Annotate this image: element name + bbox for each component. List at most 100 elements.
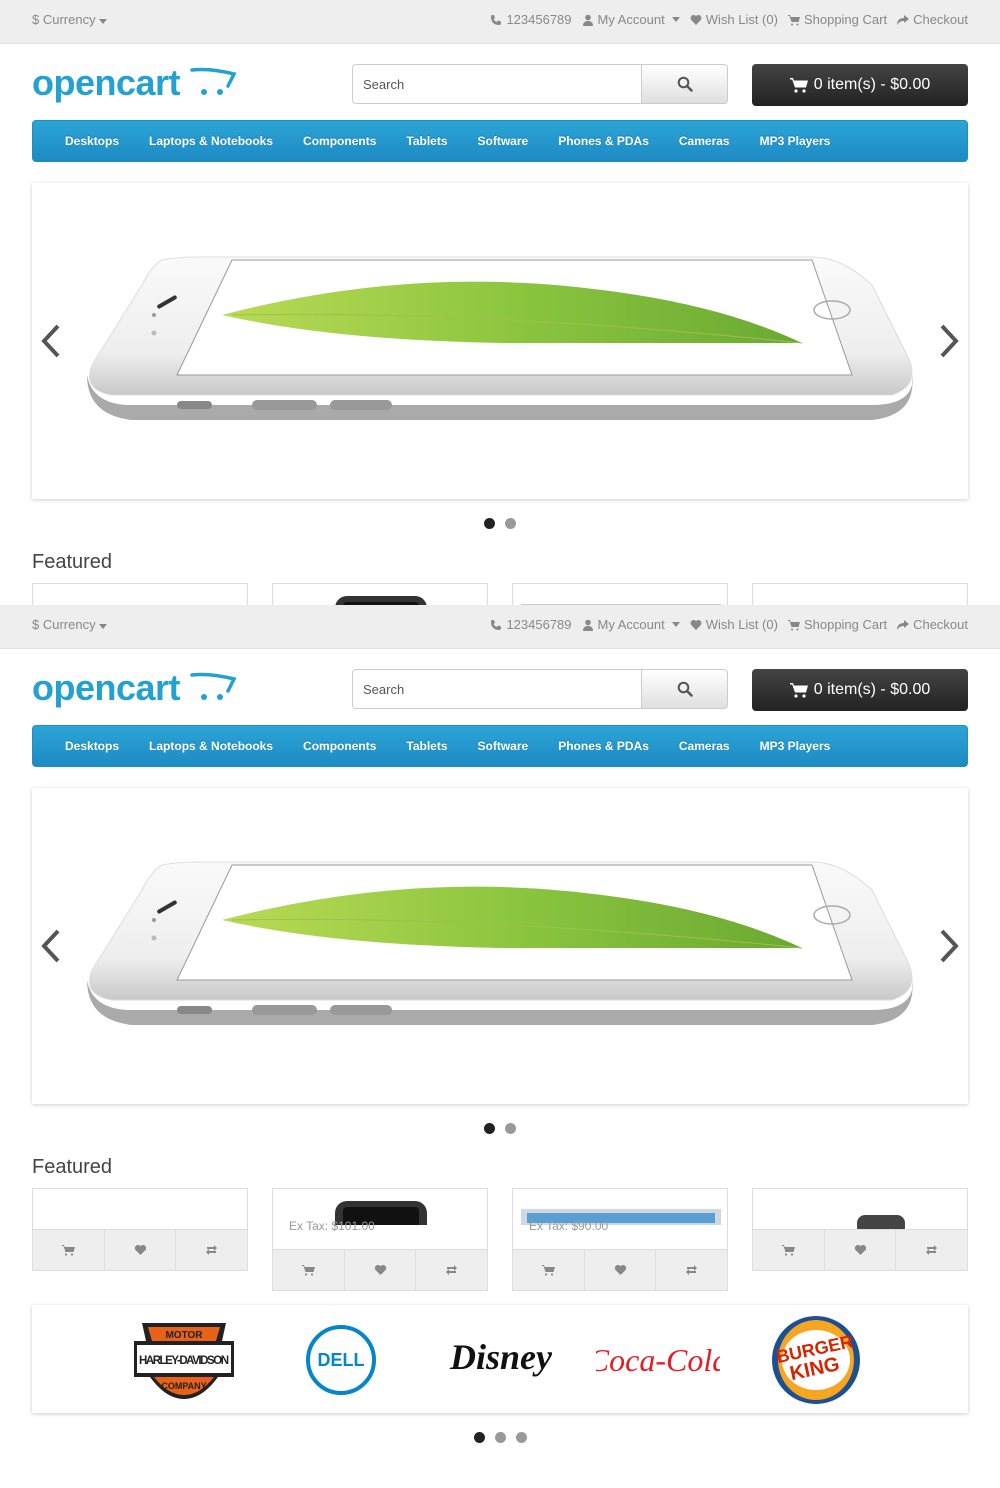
main-menu: Desktops Laptops & Notebooks Components …	[32, 725, 968, 767]
wish-list-link[interactable]: Wish List (0)	[690, 617, 778, 632]
cart-icon	[787, 14, 800, 25]
main-menu: Desktops Laptops & Notebooks Components …	[32, 120, 968, 162]
search-button[interactable]	[641, 669, 728, 709]
heart-icon	[614, 1264, 626, 1275]
user-icon	[582, 14, 593, 26]
add-to-cart-button[interactable]	[753, 1230, 825, 1270]
burger-king-logo[interactable]: BURGER KING	[768, 1313, 864, 1407]
menu-item-laptops[interactable]: Laptops & Notebooks	[134, 739, 288, 753]
brand-dot-3[interactable]	[515, 1432, 527, 1443]
my-account-dropdown[interactable]: My Account	[582, 617, 680, 632]
currency-dropdown[interactable]: $ Currency	[32, 12, 107, 27]
search-icon	[677, 76, 693, 92]
disney-text: Disney	[449, 1337, 553, 1377]
menu-item-cameras[interactable]: Cameras	[664, 134, 745, 148]
search-group	[352, 64, 728, 104]
cart-icon	[61, 1245, 75, 1256]
product-image	[753, 1189, 967, 1229]
compare-button[interactable]	[176, 1230, 247, 1270]
add-to-cart-button[interactable]	[513, 1250, 585, 1290]
top-bar: $ Currency 123456789 My Account Wish Lis…	[0, 605, 1000, 649]
checkout-link[interactable]: Checkout	[897, 12, 968, 27]
search-input[interactable]	[352, 64, 642, 104]
heart-icon	[690, 619, 702, 630]
cart-swoosh-icon	[190, 67, 237, 95]
featured-heading: Featured	[32, 1156, 113, 1178]
heart-icon	[134, 1244, 146, 1255]
logo-text: opencart	[32, 62, 181, 103]
compare-button[interactable]	[656, 1250, 727, 1290]
my-account-dropdown[interactable]: My Account	[582, 12, 680, 27]
disney-logo[interactable]: Disney	[446, 1331, 556, 1387]
slider-next-arrow[interactable]	[936, 928, 962, 964]
slider-dot-2[interactable]	[505, 1123, 516, 1134]
featured-heading: Featured	[32, 551, 113, 573]
wishlist-button[interactable]	[345, 1250, 417, 1290]
shopping-cart-link[interactable]: Shopping Cart	[787, 12, 887, 27]
coca-cola-logo[interactable]: Coca-Cola	[596, 1331, 720, 1387]
brand-dot-1[interactable]	[473, 1432, 485, 1443]
menu-item-phones[interactable]: Phones & PDAs	[543, 739, 664, 753]
menu-item-software[interactable]: Software	[463, 739, 544, 753]
checkout-link[interactable]: Checkout	[897, 617, 968, 632]
cart-button[interactable]: 0 item(s) - $0.00	[752, 669, 968, 711]
cart-icon	[301, 1265, 315, 1276]
menu-item-desktops[interactable]: Desktops	[50, 739, 134, 753]
dell-logo[interactable]: DELL	[304, 1323, 378, 1397]
harley-name-text: HARLEY-DAVIDSON	[139, 1355, 229, 1367]
harley-company-text: COMPANY	[161, 1381, 206, 1391]
cart-total: 0 item(s) - $0.00	[813, 681, 931, 698]
cart-swoosh-icon	[190, 672, 237, 700]
add-to-cart-button[interactable]	[33, 1230, 105, 1270]
harley-davidson-logo[interactable]: MOTOR HARLEY-DAVIDSON COMPANY	[132, 1319, 236, 1401]
cart-icon	[787, 619, 800, 630]
phone-link[interactable]: 123456789	[490, 12, 572, 27]
menu-item-mp3[interactable]: MP3 Players	[745, 739, 846, 753]
brand-dot-2[interactable]	[494, 1432, 506, 1443]
search-input[interactable]	[352, 669, 642, 709]
slider-prev-arrow[interactable]	[38, 323, 64, 359]
menu-item-components[interactable]: Components	[288, 134, 391, 148]
menu-item-software[interactable]: Software	[463, 134, 544, 148]
search-button[interactable]	[641, 64, 728, 104]
menu-item-laptops[interactable]: Laptops & Notebooks	[134, 134, 288, 148]
menu-item-components[interactable]: Components	[288, 739, 391, 753]
camera-product-image	[857, 1215, 905, 1229]
product-price-ex-tax: Ex Tax: $101.00	[289, 1219, 375, 1233]
add-to-cart-button[interactable]	[273, 1250, 345, 1290]
coca-cola-text: Coca-Cola	[596, 1342, 720, 1378]
menu-item-desktops[interactable]: Desktops	[50, 134, 134, 148]
compare-button[interactable]	[416, 1250, 487, 1290]
wish-list-link[interactable]: Wish List (0)	[690, 12, 778, 27]
checkout-label: Checkout	[913, 12, 968, 27]
currency-dropdown[interactable]: $ Currency	[32, 617, 107, 632]
shopping-cart-link[interactable]: Shopping Cart	[787, 617, 887, 632]
slider-dot-1[interactable]	[484, 1123, 495, 1134]
heart-icon	[854, 1244, 866, 1255]
wishlist-button[interactable]	[105, 1230, 177, 1270]
iphone-banner-image	[87, 256, 913, 420]
slider-next-arrow[interactable]	[936, 323, 962, 359]
product-card: Ex Tax: $101.00	[272, 1188, 488, 1291]
heart-icon	[374, 1264, 386, 1275]
slider-dot-1[interactable]	[484, 518, 495, 529]
wishlist-button[interactable]	[825, 1230, 897, 1270]
menu-item-cameras[interactable]: Cameras	[664, 739, 745, 753]
wishlist-button[interactable]	[585, 1250, 657, 1290]
slider-dot-2[interactable]	[505, 518, 516, 529]
menu-item-tablets[interactable]: Tablets	[391, 134, 462, 148]
phone-link[interactable]: 123456789	[490, 617, 572, 632]
logo[interactable]: opencart	[32, 62, 237, 106]
cart-button[interactable]: 0 item(s) - $0.00	[752, 64, 968, 106]
logo-text: opencart	[32, 667, 181, 708]
phone-number: 123456789	[506, 12, 572, 27]
share-icon	[897, 14, 910, 25]
menu-item-tablets[interactable]: Tablets	[391, 739, 462, 753]
slider-prev-arrow[interactable]	[38, 928, 64, 964]
logo[interactable]: opencart	[32, 667, 237, 711]
caret-down-icon	[671, 17, 680, 22]
menu-item-phones[interactable]: Phones & PDAs	[543, 134, 664, 148]
menu-item-mp3[interactable]: MP3 Players	[745, 134, 846, 148]
product-image: Ex Tax: $90.00	[513, 1189, 727, 1249]
compare-button[interactable]	[896, 1230, 967, 1270]
